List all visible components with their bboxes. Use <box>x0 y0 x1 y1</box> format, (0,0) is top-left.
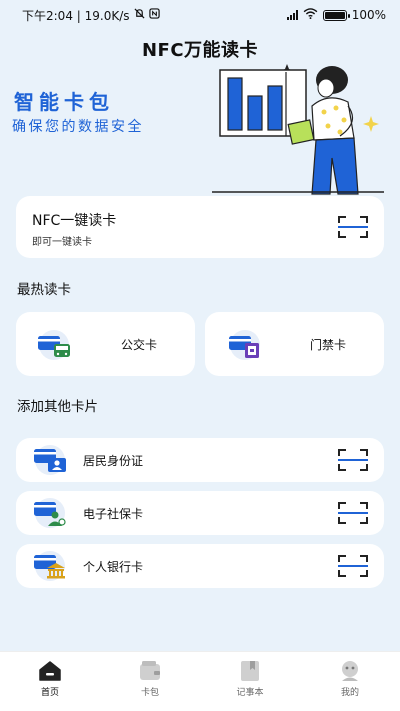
nfc-card-subtitle: 即可一键读卡 <box>32 237 92 248</box>
tab-notebook[interactable]: 记事本 <box>200 652 300 711</box>
access-card-item[interactable]: 门禁卡 <box>205 312 384 376</box>
id-card-item[interactable]: 居民身份证 <box>16 438 384 482</box>
social-security-card-label: 电子社保卡 <box>83 507 144 521</box>
wallet-icon <box>140 661 160 680</box>
status-bar: 下午2:04 | 19.0K/s 100% <box>0 0 400 30</box>
bank-card-label: 个人银行卡 <box>83 560 144 574</box>
bottom-tab-bar: 首页 卡包 记事本 我的 <box>0 651 400 711</box>
scan-icon[interactable] <box>338 502 368 524</box>
tab-profile-label: 我的 <box>340 688 359 698</box>
profile-icon <box>342 661 358 681</box>
tab-notebook-label: 记事本 <box>236 688 264 698</box>
status-time-speed: 下午2:04 | 19.0K/s <box>22 8 130 23</box>
bus-card-item[interactable]: 公交卡 <box>16 312 195 376</box>
battery-icon <box>322 9 350 21</box>
notebook-icon <box>241 661 259 681</box>
bus-card-label: 公交卡 <box>121 338 158 352</box>
social-security-card-icon <box>34 498 66 528</box>
bank-card-icon <box>34 551 65 581</box>
status-left: 下午2:04 | 19.0K/s <box>22 7 160 24</box>
id-card-icon <box>34 445 66 475</box>
nfc-read-card[interactable]: NFC一键读卡 即可一键读卡 <box>16 196 384 258</box>
tab-wallet-label: 卡包 <box>140 688 159 698</box>
scan-icon[interactable] <box>338 216 368 238</box>
home-icon <box>39 661 61 681</box>
wifi-icon <box>303 8 318 22</box>
banner-subtitle: 确保您的数据安全 <box>12 119 144 135</box>
battery-percent: 100% <box>351 8 386 22</box>
other-section-heading: 添加其他卡片 <box>17 399 98 415</box>
scan-icon[interactable] <box>338 449 368 471</box>
hot-section-heading: 最热读卡 <box>17 282 71 298</box>
bank-card-item[interactable]: 个人银行卡 <box>16 544 384 588</box>
access-card-icon <box>229 330 260 360</box>
page-title: NFC万能读卡 <box>141 40 259 61</box>
nfc-card-title: NFC一键读卡 <box>32 213 117 229</box>
status-right: 100% <box>286 8 386 22</box>
banner-illustration <box>208 62 384 200</box>
tab-profile[interactable]: 我的 <box>300 652 400 711</box>
tab-wallet[interactable]: 卡包 <box>100 652 200 711</box>
signal-icon <box>286 10 298 20</box>
nfc-status-icon <box>148 8 160 22</box>
bus-card-icon <box>38 330 70 360</box>
scan-icon[interactable] <box>338 555 368 577</box>
tab-home-label: 首页 <box>40 688 59 698</box>
mute-bell-icon <box>134 8 145 22</box>
id-card-label: 居民身份证 <box>83 454 144 468</box>
social-security-card-item[interactable]: 电子社保卡 <box>16 491 384 535</box>
access-card-label: 门禁卡 <box>310 338 347 352</box>
tab-home[interactable]: 首页 <box>0 652 100 711</box>
banner-title: 智能卡包 <box>14 90 114 114</box>
